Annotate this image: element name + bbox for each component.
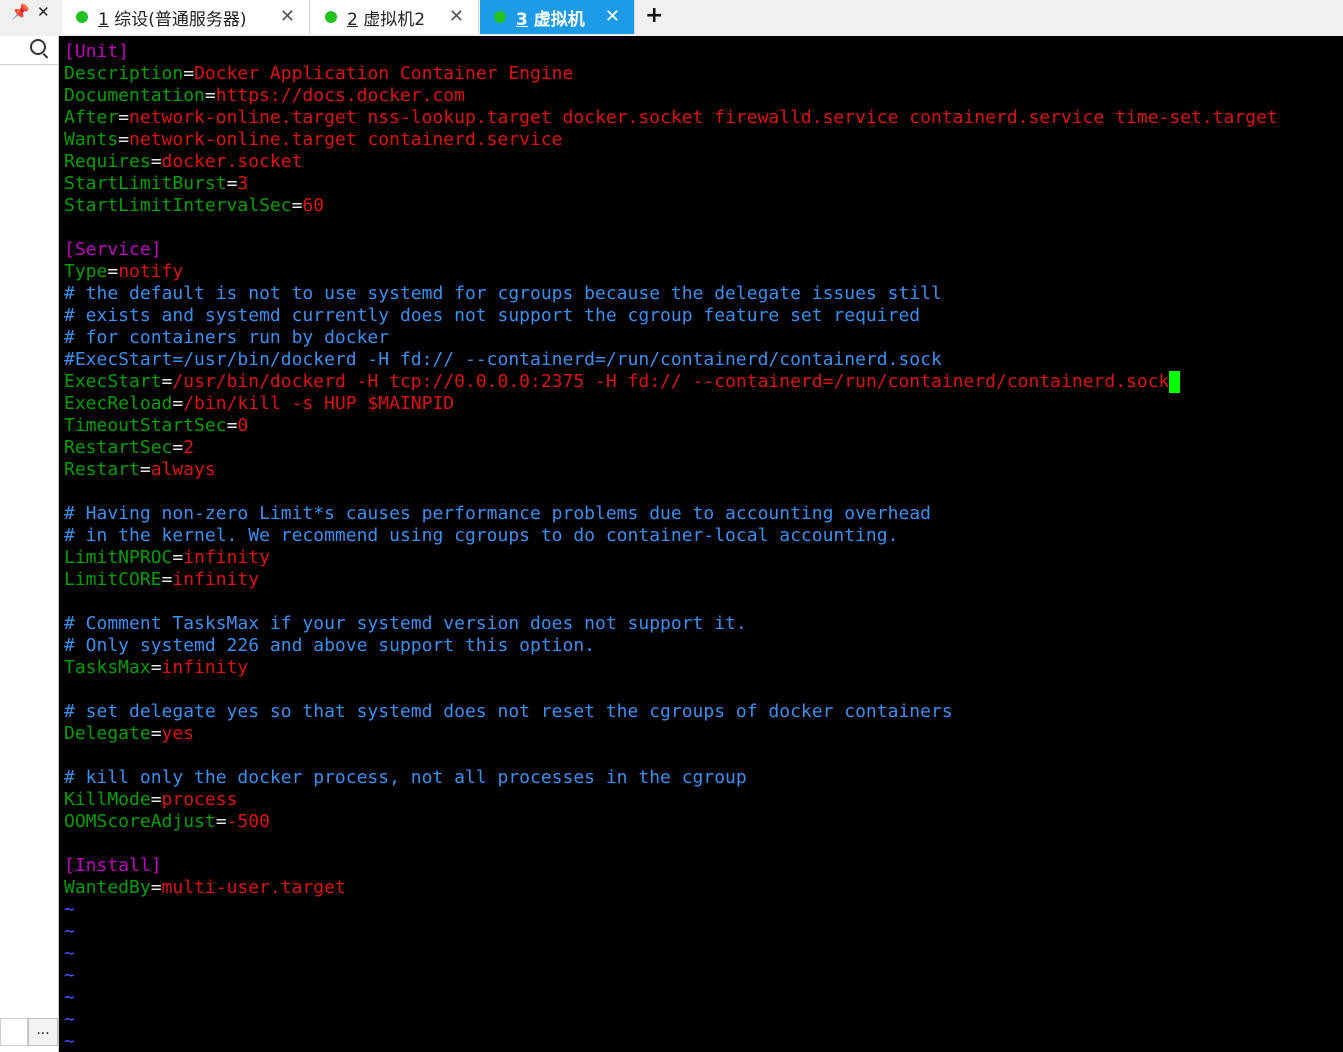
terminal-line: LimitCORE=infinity [64,569,260,590]
terminal-line: ~ [64,1031,75,1052]
tab-session-1[interactable]: 1 综设(普通服务器) ✕ [62,0,310,34]
new-tab-button[interactable]: + [645,3,663,28]
terminal-line: # Only systemd 226 and above support thi… [64,635,596,656]
terminal-line: Type=notify [64,261,184,282]
terminal-line: ~ [64,965,75,986]
terminal-line: ExecStart=/usr/bin/dockerd -H tcp://0.0.… [64,371,1278,393]
connected-status-icon [494,11,506,23]
terminal-line: [Install] [64,855,162,876]
terminal-line: # in the kernel. We recommend using cgro… [64,525,899,546]
terminal-line: # Having non-zero Limit*s causes perform… [64,503,931,524]
terminal-line: # the default is not to use systemd for … [64,283,942,304]
terminal-line: RestartSec=2 [64,437,195,458]
terminal-line: After=network-online.target nss-lookup.t… [64,107,1278,128]
terminal-line: Description=Docker Application Container… [64,63,574,84]
terminal-view[interactable]: [Unit] Description=Docker Application Con… [59,36,1343,1052]
terminal-line: Requires=docker.socket [64,151,303,172]
close-tab-icon[interactable]: ✕ [280,6,295,27]
terminal-lines: [Unit] Description=Docker Application Con… [64,41,1278,1052]
pin-icon[interactable]: 📌 [11,3,30,21]
tab-label: 3 虚拟机 [516,9,585,30]
terminal-line: # exists and systemd currently does not … [64,305,921,326]
terminal-line: ~ [64,1009,75,1030]
terminal-line: StartLimitIntervalSec=60 [64,195,325,216]
terminal-line: TimeoutStartSec=0 [64,415,249,436]
close-tab-icon[interactable]: ✕ [605,6,620,27]
search-icon[interactable] [30,39,46,55]
terminal-line: Wants=network-online.target containerd.s… [64,129,563,150]
terminal-line: StartLimitBurst=3 [64,173,249,194]
terminal-line: LimitNPROC=infinity [64,547,270,568]
tab-label: 2 虚拟机2 [347,9,426,30]
terminal-line: OOMScoreAdjust=-500 [64,811,270,832]
terminal-line: [Service] [64,239,162,260]
close-tab-icon[interactable]: ✕ [449,6,464,27]
terminal-line: Documentation=https://docs.docker.com [64,85,465,106]
sidebar-search[interactable] [0,36,58,65]
tab-label: 1 综设(普通服务器) [98,9,247,30]
terminal-line: # Comment TasksMax if your systemd versi… [64,613,747,634]
terminal-line: # set delegate yes so that systemd does … [64,701,953,722]
terminal-line: ~ [64,987,75,1008]
tab-bar: 📌 ✕ 1 综设(普通服务器) ✕ 2 虚拟机2 ✕ 3 虚拟机 ✕ + [0,0,1343,36]
connected-status-icon [325,11,337,23]
tab-session-3[interactable]: 3 虚拟机 ✕ [480,0,635,34]
terminal-line: # kill only the docker process, not all … [64,767,747,788]
terminal-line: ExecReload=/bin/kill -s HUP $MAINPID [64,393,455,414]
terminal-line: KillMode=process [64,789,238,810]
terminal-line: WantedBy=multi-user.target [64,877,346,898]
tab-session-2[interactable]: 2 虚拟机2 ✕ [311,0,479,34]
terminal-line: ~ [64,921,75,942]
text-cursor [1169,371,1181,393]
terminal-line: TasksMax=infinity [64,657,249,678]
terminal-line: ~ [64,899,75,920]
terminal-line: Delegate=yes [64,723,195,744]
close-panel-icon[interactable]: ✕ [37,3,50,21]
sidebar-input[interactable] [0,1018,28,1046]
terminal-line: # for containers run by docker [64,327,390,348]
more-button[interactable]: ... [28,1018,58,1046]
connected-status-icon [76,11,88,23]
terminal-line: #ExecStart=/usr/bin/dockerd -H fd:// --c… [64,349,942,370]
terminal-line: Restart=always [64,459,216,480]
terminal-line: ~ [64,943,75,964]
terminal-line: [Unit] [64,41,130,62]
session-sidebar: ... [0,36,59,1052]
